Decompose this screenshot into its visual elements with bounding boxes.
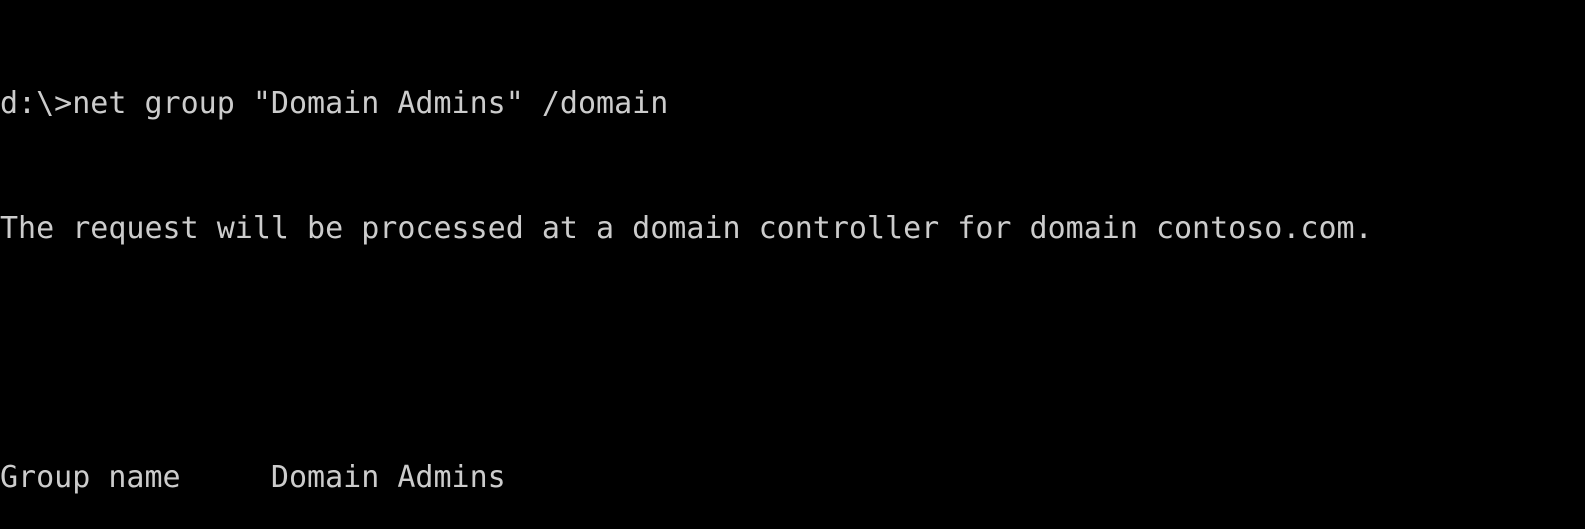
domain-controller-notice-line: The request will be processed at a domai… — [0, 210, 1373, 246]
command-prompt-line: d:\>net group "Domain Admins" /domain — [0, 86, 669, 121]
blank-line-1 — [0, 332, 1585, 374]
group-name-line: Group name Domain Admins — [0, 459, 506, 495]
terminal-output[interactable]: d:\>net group "Domain Admins" /domain Th… — [0, 0, 1585, 529]
